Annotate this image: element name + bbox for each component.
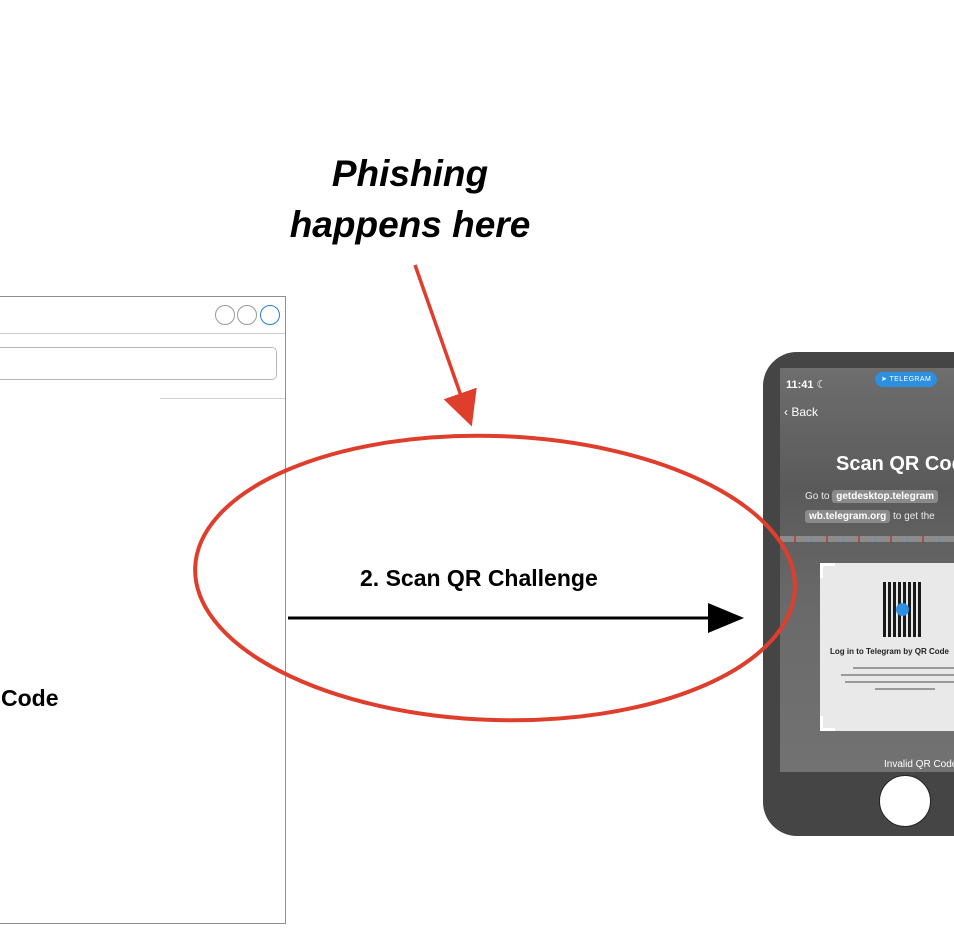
diagram-overlay — [193, 264, 797, 723]
phishing-highlight-ellipse — [193, 433, 797, 723]
red-pointer-arrow — [413, 264, 477, 427]
